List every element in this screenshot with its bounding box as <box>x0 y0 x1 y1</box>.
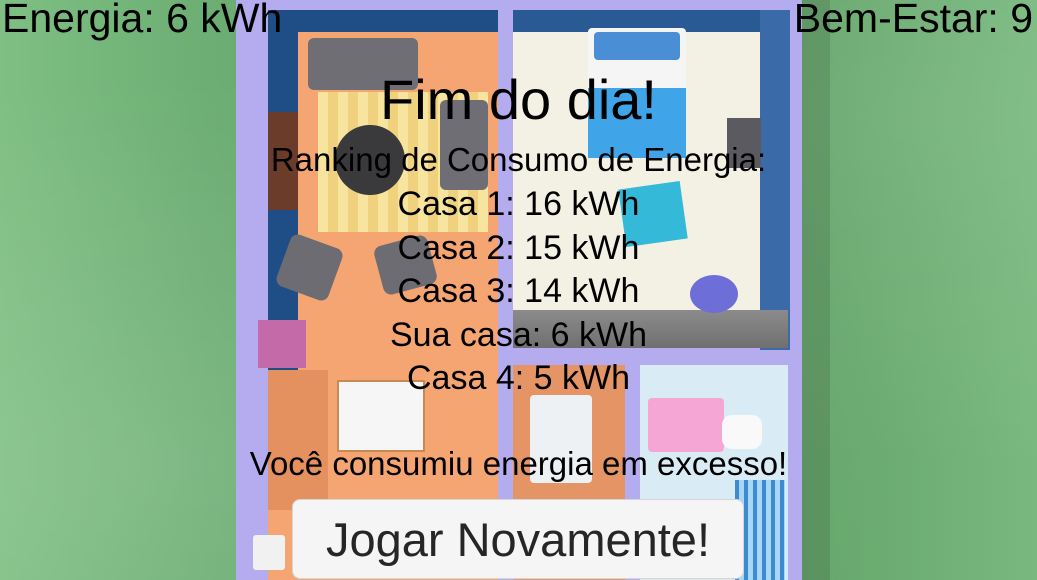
energy-counter: Energia: 6 kWh <box>2 0 283 41</box>
toilet <box>722 415 762 449</box>
wellbeing-counter: Bem-Estar: 9 <box>793 0 1033 41</box>
bed-pillows <box>594 32 680 60</box>
bath-mat <box>648 398 724 452</box>
play-again-button[interactable]: Jogar Novamente! <box>292 499 744 579</box>
end-of-day-title: Fim do dia! <box>380 68 657 131</box>
ranking-item: Casa 3: 14 kWh <box>397 272 640 310</box>
ranking-item: Casa 1: 16 kWh <box>397 185 640 223</box>
ranking-item: Casa 4: 5 kWh <box>407 359 630 397</box>
result-message: Você consumiu energia em excesso! <box>249 445 788 482</box>
ranking-item: Casa 2: 15 kWh <box>397 228 640 267</box>
ranking-list: Casa 1: 16 kWh Casa 2: 15 kWh Casa 3: 14… <box>0 186 1037 404</box>
living-room-wall-top <box>268 10 498 32</box>
appliance <box>253 535 285 570</box>
game-viewport: Energia: 6 kWh Bem-Estar: 9 Fim do dia! … <box>0 0 1037 580</box>
ranking-title: Ranking de Consumo de Energia: <box>270 141 767 178</box>
ranking-item-your-house: Sua casa: 6 kWh <box>389 315 647 354</box>
